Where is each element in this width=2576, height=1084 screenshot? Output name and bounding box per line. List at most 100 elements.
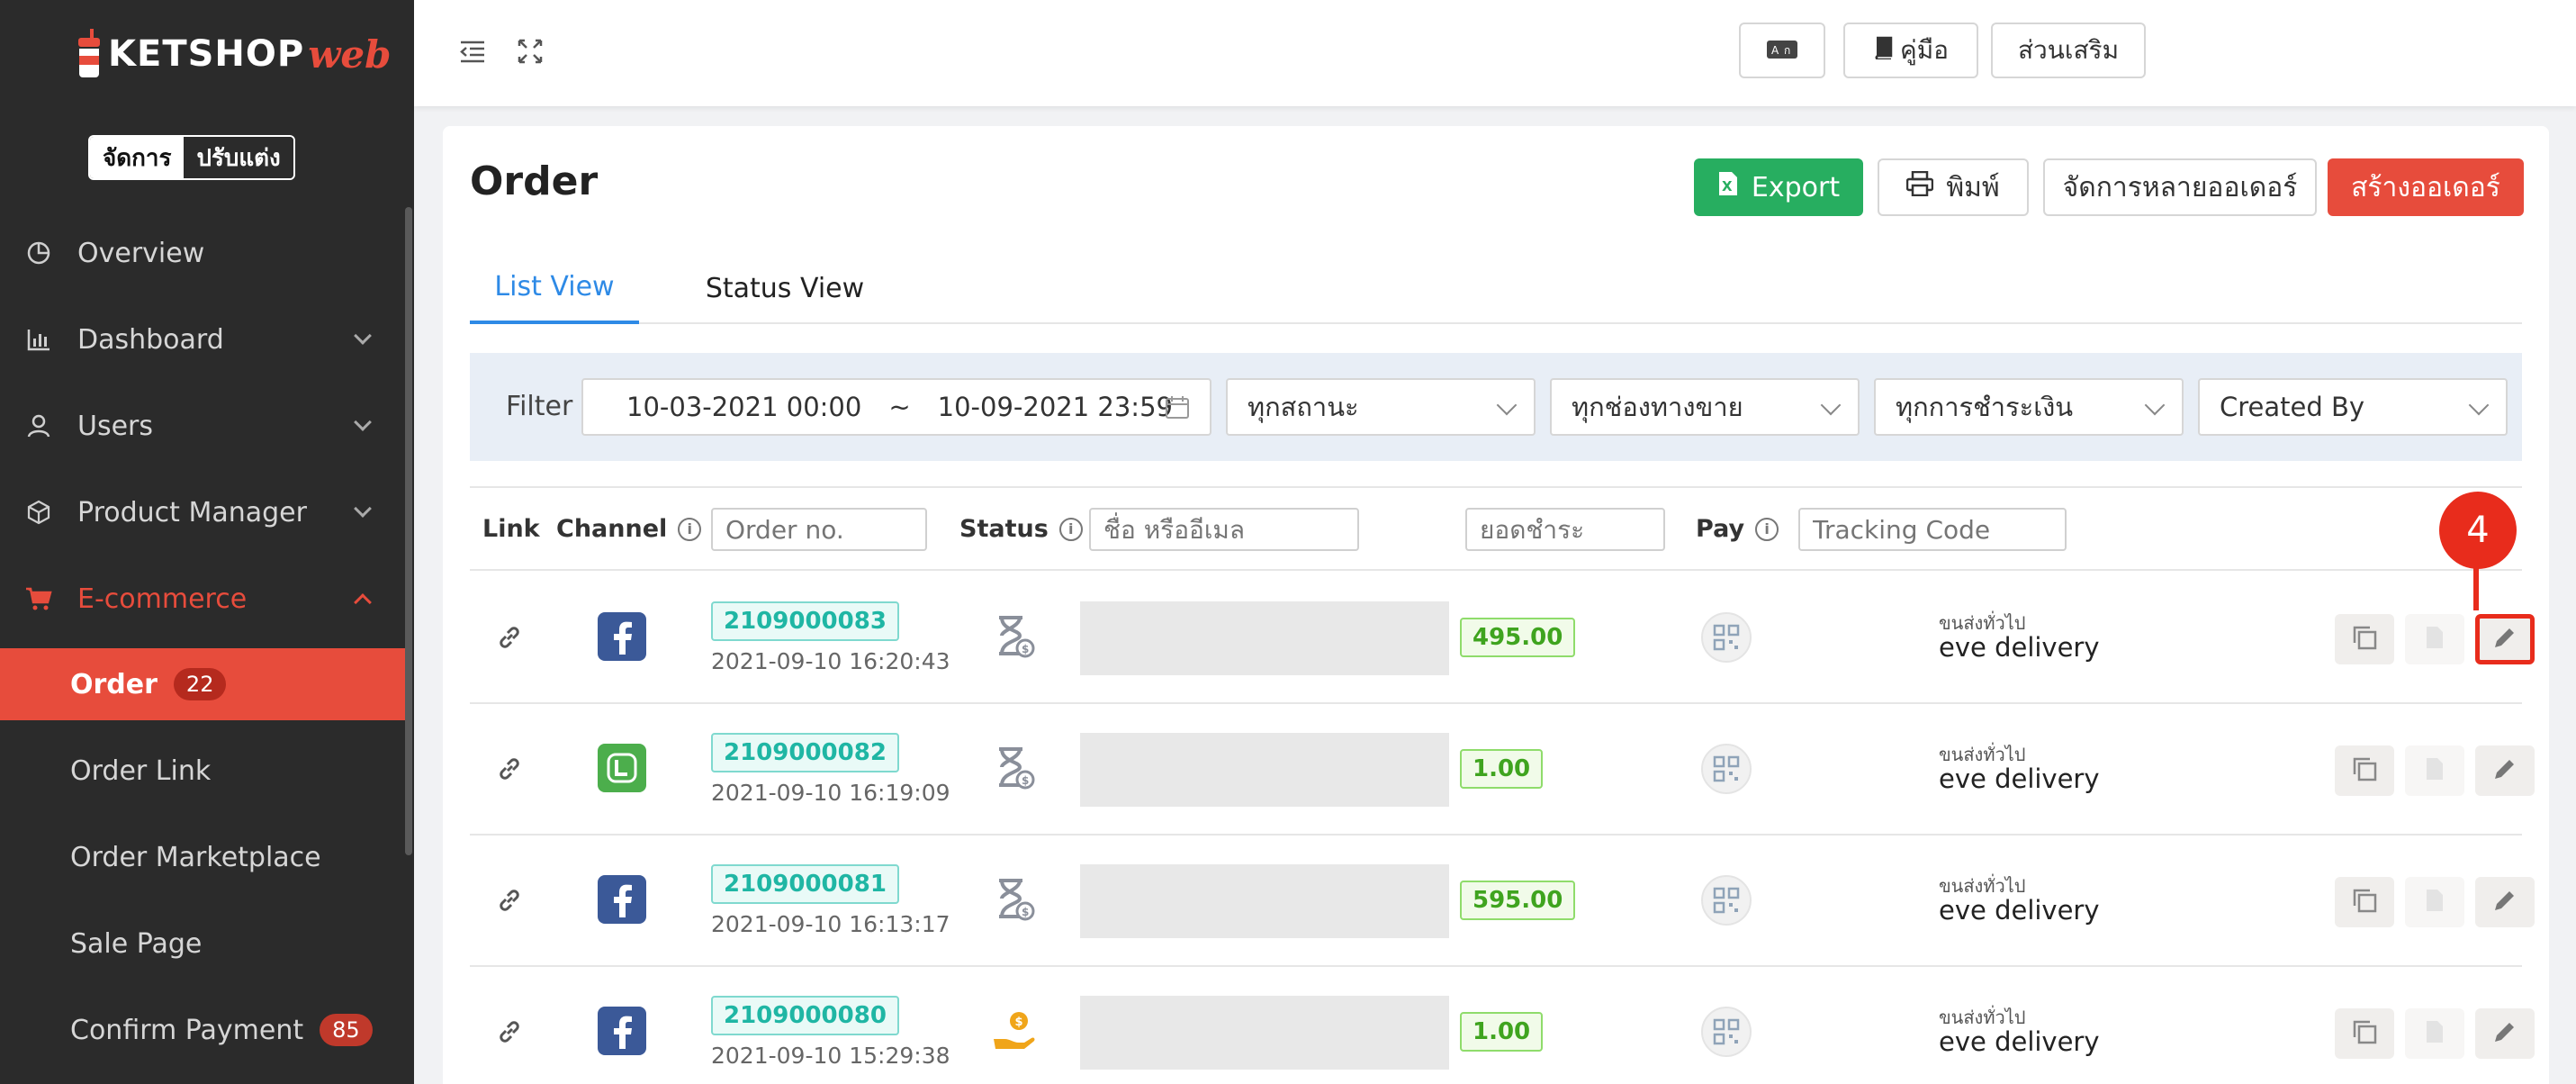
facebook-icon: [598, 612, 646, 661]
sidebar-sub-item-order-link[interactable]: Order Link: [0, 735, 407, 807]
svg-text:$: $: [1015, 1016, 1023, 1029]
copy-icon: [2351, 887, 2378, 917]
amount-badge: 1.00: [1460, 749, 1544, 789]
copy-order-button[interactable]: [2335, 1008, 2394, 1059]
sidebar-sub-item-label: Order Marketplace: [70, 841, 321, 873]
qr-payment-icon: [1701, 612, 1752, 663]
manual-button[interactable]: คู่มือ: [1843, 23, 1978, 78]
logo[interactable]: KETSHOP web: [76, 25, 391, 83]
pie-chart-icon: [25, 239, 52, 266]
fullscreen-icon[interactable]: [515, 36, 545, 67]
customer-name-redacted: [1080, 733, 1449, 807]
customer-name-redacted: [1080, 996, 1449, 1070]
sidebar-sub-item-sale-page[interactable]: Sale Page: [0, 908, 407, 980]
pencil-icon: [2491, 1018, 2518, 1049]
table-row[interactable]: 2109000083 2021-09-10 16:20:43 $ 495.00 …: [470, 573, 2535, 704]
sidebar-item-ecommerce[interactable]: E-commerce: [0, 558, 405, 639]
mode-manage-button[interactable]: จัดการ: [90, 137, 185, 178]
logo-cup-icon: [76, 29, 103, 79]
invoice-button[interactable]: [2405, 877, 2464, 927]
amount-badge: 595.00: [1460, 881, 1576, 920]
name-email-filter-input[interactable]: [1089, 508, 1359, 551]
copy-order-button[interactable]: [2335, 745, 2394, 796]
hourglass-payment-icon: $: [992, 877, 1037, 922]
export-button[interactable]: X Export: [1694, 158, 1863, 216]
payment-filter-select[interactable]: ทุกการชำระเงิน: [1874, 378, 2184, 436]
copy-icon: [2351, 1018, 2378, 1049]
sidebar-item-product-manager[interactable]: Product Manager: [0, 472, 405, 553]
calendar-icon: [1165, 394, 1190, 426]
tab-status-view[interactable]: Status View: [695, 252, 875, 324]
sidebar-item-overview[interactable]: Overview: [0, 212, 405, 294]
sidebar-sub-item-label: Sale Page: [70, 927, 203, 960]
edit-order-button[interactable]: [2475, 614, 2535, 664]
svg-text:$: $: [1022, 643, 1029, 655]
payment-filter-value: ทุกการชำระเงิน: [1896, 392, 2074, 422]
sidebar-sub-item-order-marketplace[interactable]: Order Marketplace: [0, 821, 407, 893]
sidebar-sub-item-confirm-payment[interactable]: Confirm Payment 85: [0, 994, 407, 1066]
collapse-sidebar-icon[interactable]: [457, 36, 488, 67]
copy-order-button[interactable]: [2335, 614, 2394, 664]
info-icon[interactable]: i: [678, 517, 702, 541]
export-label: Export: [1751, 171, 1841, 203]
order-number-badge[interactable]: 2109000081: [711, 864, 899, 904]
table-row[interactable]: 2109000080 2021-09-10 15:29:38 $ 1.00 ขน…: [470, 967, 2535, 1084]
sidebar-sub-item-order[interactable]: Order 22: [0, 648, 407, 720]
qr-payment-icon: [1701, 875, 1752, 926]
edit-order-button[interactable]: [2475, 1008, 2535, 1059]
tab-list-view[interactable]: List View: [470, 252, 639, 324]
column-header-channel: Channel i: [556, 515, 702, 543]
print-button[interactable]: พิมพ์: [1878, 158, 2029, 216]
addons-button[interactable]: ส่วนเสริม: [1991, 23, 2146, 78]
link-icon[interactable]: [495, 886, 524, 915]
link-icon[interactable]: [495, 754, 524, 783]
order-number-badge[interactable]: 2109000082: [711, 733, 899, 772]
create-order-button[interactable]: สร้างออเดอร์: [2328, 158, 2524, 216]
mode-customize-button[interactable]: ปรับแต่ง: [184, 137, 293, 178]
table-row[interactable]: 2109000082 2021-09-10 16:19:09 $ 1.00 ขน…: [470, 704, 2535, 836]
amount-filter-input[interactable]: [1465, 508, 1665, 551]
box-icon: [25, 499, 52, 526]
created-by-filter-select[interactable]: Created By: [2198, 378, 2508, 436]
info-icon[interactable]: i: [1058, 517, 1083, 541]
order-number-badge[interactable]: 2109000083: [711, 601, 899, 641]
logo-suffix: web: [308, 32, 392, 77]
hourglass-payment-icon: $: [992, 614, 1037, 659]
manage-multiple-orders-label: จัดการหลายออเดอร์: [2062, 171, 2298, 203]
manage-multiple-orders-button[interactable]: จัดการหลายออเดอร์: [2043, 158, 2317, 216]
order-no-filter-input[interactable]: [711, 508, 927, 551]
invoice-button[interactable]: [2405, 1008, 2464, 1059]
translate-button[interactable]: Aก: [1739, 23, 1825, 78]
svg-text:A: A: [1771, 44, 1779, 57]
amount-badge: 1.00: [1460, 1012, 1544, 1052]
edit-order-button[interactable]: [2475, 745, 2535, 796]
sidebar-item-users[interactable]: Users: [0, 385, 405, 466]
created-by-filter-value: Created By: [2220, 392, 2365, 422]
mode-switch: จัดการ ปรับแต่ง: [88, 135, 295, 180]
sidebar-item-dashboard[interactable]: Dashboard: [0, 299, 405, 380]
channel-filter-value: ทุกช่องทางขาย: [1572, 392, 1743, 422]
copy-order-button[interactable]: [2335, 877, 2394, 927]
table-header: Link Channel i Status i Pay i: [470, 486, 2522, 571]
date-range-picker[interactable]: 10-03-2021 00:00 ~ 10-09-2021 23:59: [581, 378, 1211, 436]
invoice-button[interactable]: [2405, 614, 2464, 664]
status-filter-select[interactable]: ทุกสถานะ: [1226, 378, 1536, 436]
sidebar-item-label: Dashboard: [77, 323, 224, 356]
link-icon[interactable]: [495, 1017, 524, 1046]
sidebar-scrollbar[interactable]: [405, 207, 412, 855]
link-icon[interactable]: [495, 623, 524, 652]
topbar: Aก คู่มือ ส่วนเสริม: [414, 0, 2576, 106]
date-separator: ~: [888, 392, 911, 422]
tracking-code-filter-input[interactable]: [1798, 508, 2067, 551]
invoice-button[interactable]: [2405, 745, 2464, 796]
channel-filter-select[interactable]: ทุกช่องทางขาย: [1550, 378, 1860, 436]
order-number-badge[interactable]: 2109000080: [711, 996, 899, 1035]
order-date: 2021-09-10 16:13:17: [711, 911, 950, 937]
info-icon[interactable]: i: [1755, 517, 1779, 541]
edit-order-button[interactable]: [2475, 877, 2535, 927]
logo-text: KETSHOP: [108, 33, 305, 75]
shipping-name: eve delivery: [1939, 1026, 2100, 1057]
callout-connector: [2473, 565, 2479, 610]
hourglass-payment-icon: $: [992, 745, 1037, 790]
table-row[interactable]: 2109000081 2021-09-10 16:13:17 $ 595.00 …: [470, 836, 2535, 967]
